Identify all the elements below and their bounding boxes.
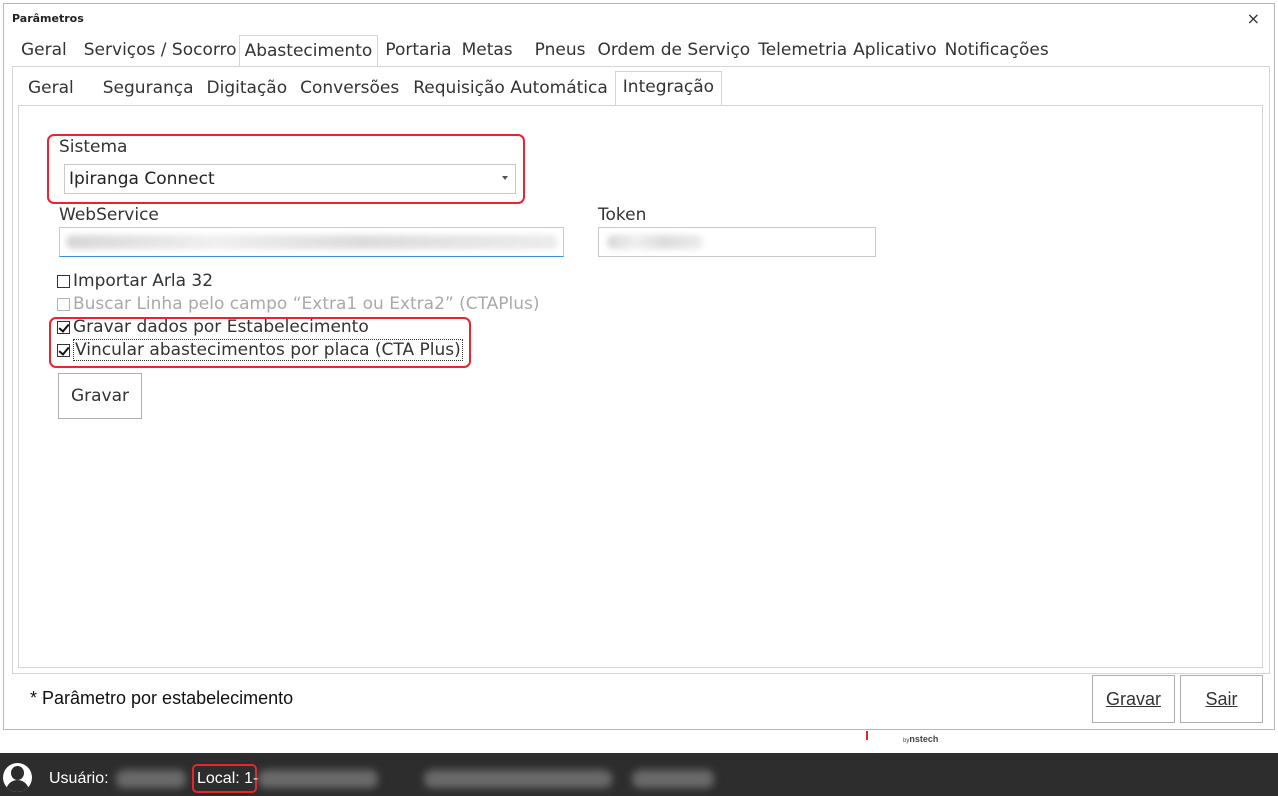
webservice-input[interactable]	[59, 227, 564, 257]
abastecimento-panel: Geral Segurança Digitação Conversões Req…	[12, 66, 1270, 674]
status-bar: Usuário: Local: 1-	[0, 753, 1278, 796]
webservice-redacted-value	[66, 235, 558, 249]
local-redacted-value-3	[632, 770, 714, 788]
sair-button-label: Sair	[1205, 689, 1238, 709]
checkbox-box[interactable]	[57, 343, 70, 357]
integracao-panel: Sistema Ipiranga Connect WebService Toke…	[18, 105, 1263, 668]
buscar-linha-checkbox: Buscar Linha pelo campo “Extra1 ou Extra…	[57, 293, 540, 315]
top-tab-strip: Geral Serviços / Socorro Abastecimento P…	[16, 35, 1054, 67]
sistema-select-value: Ipiranga Connect	[69, 169, 215, 189]
sistema-select[interactable]: Ipiranga Connect	[64, 164, 516, 194]
token-redacted-value	[607, 235, 703, 249]
subtab-digitacao[interactable]: Digitação	[200, 71, 295, 105]
sair-button[interactable]: Sair	[1180, 675, 1263, 723]
tab-servicos-socorro[interactable]: Serviços / Socorro	[79, 35, 242, 67]
checkbox-box[interactable]	[57, 320, 70, 334]
window-title: Parâmetros	[12, 12, 84, 25]
subtab-geral[interactable]: Geral	[21, 71, 81, 105]
footer-note: * Parâmetro por estabelecimento	[30, 688, 294, 708]
token-label: Token	[598, 205, 647, 225]
local-label: Local: 1-	[197, 770, 259, 787]
tab-pneus[interactable]: Pneus	[530, 35, 591, 67]
tab-metas[interactable]: Metas	[457, 35, 518, 67]
nstech-logo: bynstech	[903, 734, 938, 744]
checkbox-box	[57, 297, 70, 311]
gravar-button-label: Gravar	[1105, 689, 1161, 709]
tab-abastecimento[interactable]: Abastecimento	[238, 35, 379, 67]
tab-aplicativo[interactable]: Aplicativo	[848, 35, 941, 67]
title-bar: Parâmetros ×	[4, 4, 1274, 30]
usuario-label: Usuário:	[49, 770, 109, 787]
tab-ordem-de-servico[interactable]: Ordem de Serviço	[592, 35, 755, 67]
close-icon[interactable]: ×	[1247, 9, 1260, 28]
brand-accent-mark	[866, 731, 868, 740]
token-input[interactable]	[598, 227, 876, 257]
webservice-label: WebService	[59, 205, 159, 225]
user-avatar-icon	[3, 763, 32, 792]
subtab-conversoes[interactable]: Conversões	[293, 71, 406, 105]
sistema-label: Sistema	[59, 137, 128, 157]
checkbox-label: Vincular abastecimentos por placa (CTA P…	[73, 339, 463, 361]
dropdown-arrow-icon[interactable]	[502, 176, 508, 180]
gravar-por-estabelecimento-checkbox[interactable]: Gravar dados por Estabelecimento	[57, 316, 369, 338]
checkbox-label: Importar Arla 32	[73, 271, 214, 291]
local-redacted-value-2	[424, 770, 612, 788]
checkbox-box[interactable]	[57, 274, 70, 288]
checkbox-label: Buscar Linha pelo campo “Extra1 ou Extra…	[73, 294, 540, 314]
tab-telemetria[interactable]: Telemetria	[753, 35, 852, 67]
usuario-redacted-value	[116, 770, 186, 788]
gravar-button[interactable]: Gravar	[1092, 675, 1175, 723]
tab-notificacoes[interactable]: Notificações	[940, 35, 1054, 67]
subtab-integracao[interactable]: Integração	[614, 71, 723, 105]
subtab-seguranca[interactable]: Segurança	[96, 71, 201, 105]
parametros-window: Parâmetros × Geral Serviços / Socorro Ab…	[3, 3, 1275, 730]
sub-tab-strip: Geral Segurança Digitação Conversões Req…	[21, 71, 723, 105]
importar-arla-checkbox[interactable]: Importar Arla 32	[57, 270, 213, 292]
brand-name: nstech	[909, 734, 939, 744]
tab-geral[interactable]: Geral	[16, 35, 72, 67]
subtab-requisicao-automatica[interactable]: Requisição Automática	[406, 71, 615, 105]
local-redacted-value	[258, 770, 378, 788]
integracao-gravar-button[interactable]: Gravar	[58, 373, 142, 419]
vincular-por-placa-checkbox[interactable]: Vincular abastecimentos por placa (CTA P…	[57, 339, 463, 361]
tab-portaria[interactable]: Portaria	[380, 35, 456, 67]
checkbox-label: Gravar dados por Estabelecimento	[73, 317, 369, 337]
